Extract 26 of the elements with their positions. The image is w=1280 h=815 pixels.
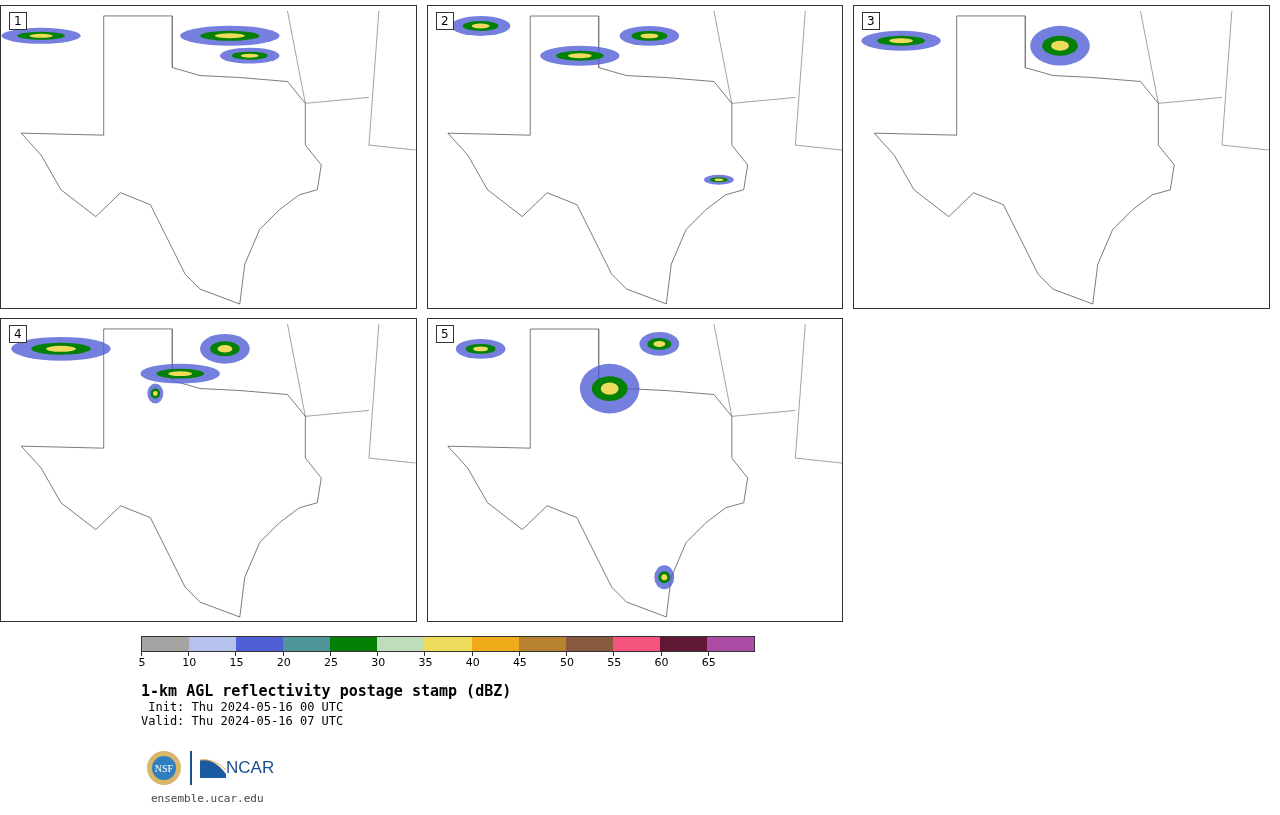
tick-label: 50 bbox=[560, 656, 575, 669]
tick-label: 45 bbox=[512, 656, 527, 669]
tick-label: 15 bbox=[229, 656, 244, 669]
tick-label: 10 bbox=[182, 656, 197, 669]
panel-number: 2 bbox=[436, 12, 454, 30]
ncar-logo-icon bbox=[200, 758, 226, 778]
panel-number: 1 bbox=[9, 12, 27, 30]
tick-label: 55 bbox=[607, 656, 622, 669]
ncar-logo-text: NCAR bbox=[226, 758, 275, 778]
website-url: ensemble.ucar.edu bbox=[151, 792, 265, 805]
tick-label: 30 bbox=[371, 656, 386, 669]
panel-number: 5 bbox=[436, 325, 454, 343]
tick-label: 65 bbox=[701, 656, 716, 669]
nsf-logo-text: NSF bbox=[154, 763, 174, 774]
divider-line-icon bbox=[190, 751, 192, 785]
tick-label: 25 bbox=[323, 656, 338, 669]
tick-label: 20 bbox=[276, 656, 291, 669]
panel-number: 4 bbox=[9, 325, 27, 343]
tick-label: 5 bbox=[138, 656, 146, 669]
init-time: Init: Thu 2024-05-16 00 UTC bbox=[147, 700, 345, 714]
plot-title: 1-km AGL reflectivity postage stamp (dBZ) bbox=[141, 682, 513, 700]
panel-number: 3 bbox=[862, 12, 880, 30]
tick-label: 60 bbox=[654, 656, 669, 669]
tick-label: 40 bbox=[465, 656, 480, 669]
tick-label: 35 bbox=[418, 656, 433, 669]
valid-time: Valid: Thu 2024-05-16 07 UTC bbox=[141, 714, 345, 728]
